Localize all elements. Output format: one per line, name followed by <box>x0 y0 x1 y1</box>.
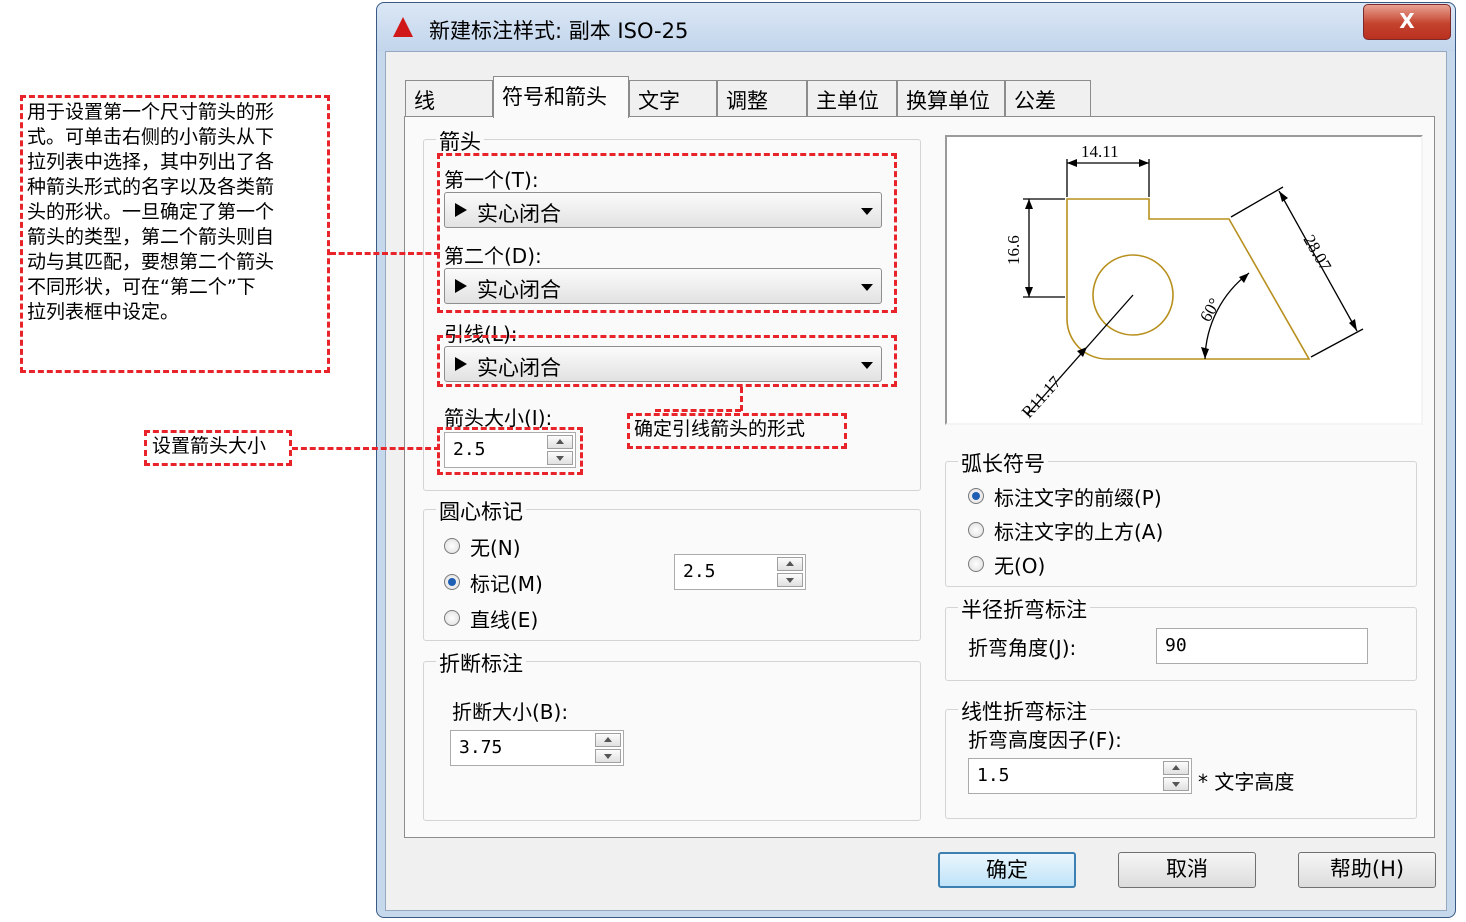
center-mark-size-stepper[interactable]: 2.5 <box>674 554 806 590</box>
preview-dimensions <box>1023 159 1364 416</box>
group-label: 线性折弯标注 <box>958 696 1090 726</box>
tab-alternate-units[interactable]: 换算单位 <box>897 80 1005 116</box>
radio-center-none[interactable] <box>444 538 460 554</box>
group-label: 半径折弯标注 <box>958 594 1090 624</box>
jog-factor-stepper[interactable]: 1.5 <box>968 758 1192 794</box>
dialog-window: 新建标注样式: 副本 ISO-25 X 线 符号和箭头 文字 调整 主单位 换算… <box>376 2 1456 918</box>
dim-label-angle: 60° <box>1196 295 1224 325</box>
jog-angle-label: 折弯角度(J): <box>968 636 1077 660</box>
jog-factor-suffix: * 文字高度 <box>1198 770 1295 794</box>
radio-arc-none[interactable] <box>968 556 984 572</box>
group-label: 箭头 <box>436 126 484 156</box>
tab-fit[interactable]: 调整 <box>717 80 807 116</box>
dim-label-right: 28.07 <box>1300 232 1336 275</box>
ok-button[interactable]: 确定 <box>938 852 1076 888</box>
radio-label[interactable]: 标注文字的前缀(P) <box>994 482 1162 511</box>
annotation-highlight-first-second <box>437 153 897 313</box>
autocad-logo-icon <box>393 17 413 37</box>
dim-break-group: 折断标注 折断大小(B): 3.75 <box>423 648 921 821</box>
stepper-value[interactable]: 1.5 <box>977 765 1010 786</box>
tab-primary-units[interactable]: 主单位 <box>807 80 897 116</box>
preview-shape <box>1066 198 1311 360</box>
dialog-client: 线 符号和箭头 文字 调整 主单位 换算单位 公差 箭头 第一个(T): 实心闭… <box>385 51 1447 911</box>
annot-line: 头的形状。一旦确定了第一个 <box>27 201 275 223</box>
preview-arrowheads <box>1025 159 1357 359</box>
radio-center-line[interactable] <box>444 610 460 626</box>
annotation-leader-desc: 确定引线箭头的形式 <box>634 418 806 440</box>
annot-line: 种箭头形式的名字以及各类箭 <box>27 176 275 198</box>
annotation-connector <box>292 447 440 450</box>
tab-tolerances[interactable]: 公差 <box>1005 80 1091 116</box>
preview-pane: 14.11 16.6 60° 28.07 R11.17 <box>945 135 1423 425</box>
linear-jog-group: 线性折弯标注 折弯高度因子(F): 1.5 * 文字高度 <box>945 696 1417 819</box>
annot-line: 用于设置第一个尺寸箭头的形 <box>27 101 275 123</box>
spin-up-button[interactable] <box>1163 761 1189 775</box>
spin-down-button[interactable] <box>595 749 621 763</box>
stepper-value[interactable]: 3.75 <box>459 737 502 758</box>
annotation-connector <box>330 252 440 255</box>
tab-symbols-arrows[interactable]: 符号和箭头 <box>493 76 629 118</box>
spin-up-button[interactable] <box>777 557 803 571</box>
preview-drawing: 14.11 16.6 60° 28.07 R11.17 <box>1004 142 1364 422</box>
annotation-size-desc: 设置箭头大小 <box>152 435 267 457</box>
help-button[interactable]: 帮助(H) <box>1298 852 1436 888</box>
annot-line: 动与其匹配，要想第二个箭头 <box>27 251 275 273</box>
dim-label-left: 16.6 <box>1004 235 1023 265</box>
jog-angle-input[interactable]: 90 <box>1156 628 1368 664</box>
radio-label[interactable]: 无(N) <box>470 532 521 561</box>
annotation-highlight-size <box>437 427 583 475</box>
group-label: 弧长符号 <box>958 448 1048 478</box>
radio-center-mark[interactable] <box>444 574 460 590</box>
annotation-highlight-leader <box>437 335 897 387</box>
break-size-stepper[interactable]: 3.75 <box>450 730 624 766</box>
tab-text[interactable]: 文字 <box>629 80 717 116</box>
annot-line: 拉列表中选择，其中列出了各 <box>27 151 275 173</box>
title-bar: 新建标注样式: 副本 ISO-25 X <box>377 3 1455 51</box>
annotation-arrow-desc: 用于设置第一个尺寸箭头的形 式。可单击右侧的小箭头从下 拉列表中选择，其中列出了… <box>27 100 327 325</box>
jog-factor-label: 折弯高度因子(F): <box>968 728 1122 752</box>
cancel-button[interactable]: 取消 <box>1118 852 1256 888</box>
group-label: 圆心标记 <box>436 496 526 526</box>
radio-label[interactable]: 无(O) <box>994 550 1045 579</box>
annot-line: 箭头的类型，第二个箭头则自 <box>27 226 275 248</box>
center-marks-group: 圆心标记 无(N) 标记(M) 直线(E) 2.5 <box>423 496 921 641</box>
stepper-value[interactable]: 2.5 <box>683 561 716 582</box>
group-label: 折断标注 <box>436 648 526 678</box>
annotation-connector <box>655 409 741 412</box>
radio-label[interactable]: 直线(E) <box>470 604 538 633</box>
radio-arc-prefix[interactable] <box>968 488 984 504</box>
dim-label-radius: R11.17 <box>1018 372 1065 421</box>
radio-label[interactable]: 标记(M) <box>470 568 543 597</box>
dim-label-top: 14.11 <box>1081 142 1119 161</box>
radius-jog-group: 半径折弯标注 折弯角度(J): 90 <box>945 594 1417 681</box>
break-size-label: 折断大小(B): <box>452 700 569 724</box>
spin-down-button[interactable] <box>1163 777 1189 791</box>
annotation-connector <box>740 387 743 411</box>
tab-lines[interactable]: 线 <box>405 80 493 116</box>
radio-arc-above[interactable] <box>968 522 984 538</box>
annot-line: 不同形状，可在“第二个”下 <box>27 276 256 298</box>
radio-label[interactable]: 标注文字的上方(A) <box>994 516 1163 545</box>
close-button[interactable]: X <box>1363 4 1451 40</box>
spin-up-button[interactable] <box>595 733 621 747</box>
arc-length-group: 弧长符号 标注文字的前缀(P) 标注文字的上方(A) 无(O) <box>945 448 1417 587</box>
spin-down-button[interactable] <box>777 573 803 587</box>
input-value[interactable]: 90 <box>1165 635 1187 656</box>
annot-line: 拉列表框中设定。 <box>27 301 180 323</box>
annot-line: 式。可单击右侧的小箭头从下 <box>27 126 275 148</box>
dialog-title: 新建标注样式: 副本 ISO-25 <box>429 19 689 43</box>
tab-panel: 箭头 第一个(T): 实心闭合 第二个(D): 实心闭合 引线(L): 实心闭合 <box>404 116 1435 838</box>
